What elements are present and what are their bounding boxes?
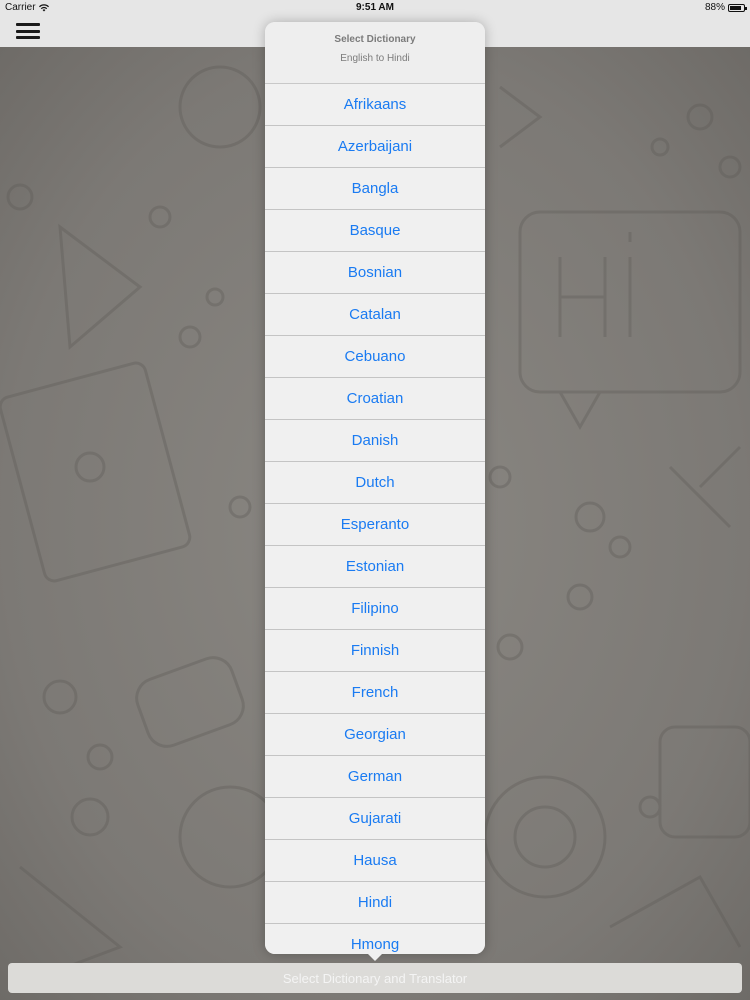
popover-title: Select Dictionary: [334, 34, 416, 45]
language-item-esperanto[interactable]: Esperanto: [265, 504, 485, 546]
language-item-bangla[interactable]: Bangla: [265, 168, 485, 210]
battery-percent: 88%: [704, 2, 725, 13]
hamburger-menu-icon[interactable]: [14, 20, 42, 42]
popover-subtitle: English to Hindi: [340, 53, 410, 64]
language-item-finnish[interactable]: Finnish: [265, 630, 485, 672]
language-item-azerbaijani[interactable]: Azerbaijani: [265, 126, 485, 168]
language-item-hmong[interactable]: Hmong: [265, 924, 485, 954]
language-item-estonian[interactable]: Estonian: [265, 546, 485, 588]
language-item-croatian[interactable]: Croatian: [265, 378, 485, 420]
battery-icon: [728, 3, 747, 12]
language-item-cebuano[interactable]: Cebuano: [265, 336, 485, 378]
language-item-french[interactable]: French: [265, 672, 485, 714]
language-item-danish[interactable]: Danish: [265, 420, 485, 462]
language-item-catalan[interactable]: Catalan: [265, 294, 485, 336]
language-item-bosnian[interactable]: Bosnian: [265, 252, 485, 294]
status-bar: Carrier 9:51 AM 88%: [0, 0, 750, 16]
language-item-basque[interactable]: Basque: [265, 210, 485, 252]
status-time: 9:51 AM: [356, 2, 394, 13]
select-dictionary-button[interactable]: Select Dictionary and Translator: [8, 963, 742, 993]
status-battery: 88%: [704, 2, 747, 13]
language-item-german[interactable]: German: [265, 756, 485, 798]
language-item-gujarati[interactable]: Gujarati: [265, 798, 485, 840]
language-item-filipino[interactable]: Filipino: [265, 588, 485, 630]
popover-arrow: [366, 952, 384, 961]
language-item-georgian[interactable]: Georgian: [265, 714, 485, 756]
popover-header: Select Dictionary English to Hindi: [265, 22, 485, 84]
language-item-hindi[interactable]: Hindi: [265, 882, 485, 924]
dictionary-popover: Select Dictionary English to Hindi Afrik…: [265, 22, 485, 954]
language-item-afrikaans[interactable]: Afrikaans: [265, 84, 485, 126]
language-item-dutch[interactable]: Dutch: [265, 462, 485, 504]
language-item-hausa[interactable]: Hausa: [265, 840, 485, 882]
language-list[interactable]: Afrikaans Azerbaijani Bangla Basque Bosn…: [265, 84, 485, 954]
